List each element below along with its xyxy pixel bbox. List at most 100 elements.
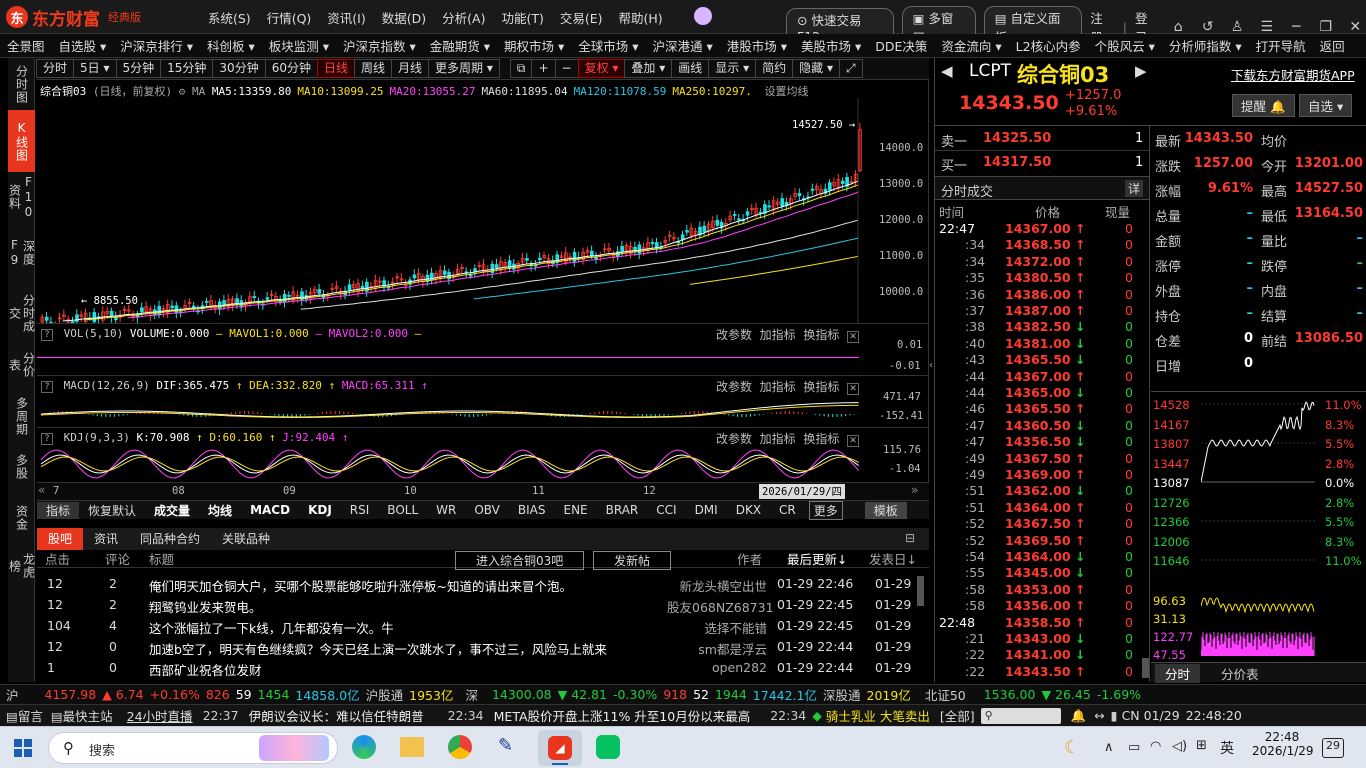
settings-icon[interactable]: ⚙ bbox=[179, 85, 186, 98]
search-box[interactable]: ⚲ bbox=[980, 707, 1061, 724]
alert-button[interactable]: 提醒 🔔 bbox=[1232, 94, 1295, 117]
download-app-link[interactable]: 下载东方财富期货APP bbox=[1231, 65, 1355, 84]
indicator-tab[interactable]: MACD bbox=[241, 503, 299, 517]
chart-toolbar-button[interactable]: 日线 bbox=[316, 59, 355, 78]
chart-toolbar-button[interactable]: ⤢ bbox=[838, 59, 863, 78]
menu-item[interactable]: 数据(D) bbox=[374, 8, 434, 27]
indicator-tab[interactable]: KDJ bbox=[299, 503, 341, 517]
nav-item[interactable]: 美股市场 ▾ bbox=[794, 36, 868, 55]
indicator-tab[interactable]: RSI bbox=[341, 503, 379, 517]
edge-icon[interactable] bbox=[352, 735, 376, 759]
chart-toolbar-button[interactable]: 分时 bbox=[36, 59, 75, 78]
indicator-tab[interactable]: CCI bbox=[647, 503, 685, 517]
ime-mode[interactable]: 英 bbox=[1220, 738, 1234, 758]
chart-toolbar-button[interactable]: 月线 bbox=[391, 59, 430, 78]
forum-author[interactable]: 选择不能错 bbox=[667, 618, 767, 637]
view-tab[interactable]: F10资料 bbox=[8, 172, 36, 222]
nav-item[interactable]: 期权市场 ▾ bbox=[497, 36, 571, 55]
volume-icon[interactable]: ◁) bbox=[1172, 739, 1187, 754]
indicator-tab[interactable]: BOLL bbox=[378, 503, 427, 517]
indicator-tab[interactable]: 模板 bbox=[864, 501, 907, 519]
ticks-scrollbar[interactable] bbox=[1142, 658, 1149, 678]
sort-updated[interactable]: 最后更新↓ bbox=[787, 549, 847, 568]
forum-title[interactable]: 这个涨幅拉了一下k线，几年都没有一次。牛 bbox=[149, 618, 394, 637]
menu-item[interactable]: 行情(Q) bbox=[259, 8, 320, 27]
forum-author[interactable]: 股友068NZ68731 bbox=[667, 597, 774, 616]
chart-toolbar-button[interactable]: 15分钟 bbox=[160, 59, 214, 78]
indicator-tab[interactable]: 恢复默认 bbox=[79, 502, 145, 519]
detail-button[interactable]: 详 bbox=[1125, 180, 1144, 197]
new-post-button[interactable]: 发新帖 bbox=[593, 551, 672, 570]
shirt-icon[interactable]: ♙ bbox=[1226, 19, 1248, 35]
forum-row[interactable]: 104 4 这个涨幅拉了一下k线，几年都没有一次。牛 选择不能错 01-29 22:45… bbox=[37, 616, 917, 637]
chart-toolbar-button[interactable]: 画线 bbox=[671, 59, 710, 78]
taskbar-clock[interactable]: 22:48 2026/1/29 bbox=[1252, 730, 1314, 758]
forum-title[interactable]: 加速b空了，明天有色继续疯？今天已经上演一次跳水了，事不过三，风险马上就来 bbox=[149, 639, 607, 658]
indicator-tab[interactable]: BRAR bbox=[597, 503, 648, 517]
nav-item[interactable]: 全景图 bbox=[0, 36, 52, 55]
forum-tab[interactable]: 同品种合约 bbox=[129, 528, 211, 550]
view-tab[interactable]: 资金 bbox=[8, 490, 35, 546]
chrome-icon[interactable] bbox=[448, 735, 472, 759]
mini-intraday-chart[interactable]: 14528 14167 13807 13447 13087 12726 12366 12006… bbox=[1153, 398, 1366, 662]
forum-tab[interactable]: 股吧 bbox=[37, 528, 84, 550]
taskbar-search[interactable]: ⚲ 搜索 bbox=[48, 732, 338, 764]
nav-item[interactable]: 全球市场 ▾ bbox=[571, 36, 645, 55]
forum-tab[interactable]: 关联品种 bbox=[211, 528, 281, 550]
forum-author[interactable]: 新龙头横空出世 bbox=[667, 576, 767, 595]
menu-item[interactable]: 资讯(I) bbox=[319, 8, 373, 27]
minimize-icon[interactable]: ─ bbox=[1285, 19, 1307, 35]
chart-toolbar-button[interactable]: 60分钟 bbox=[264, 59, 318, 78]
restore-icon[interactable]: ❐ bbox=[1315, 19, 1337, 35]
tab-price-volume[interactable]: 分价表 bbox=[1211, 664, 1269, 683]
view-tab[interactable]: 多股 bbox=[8, 444, 35, 490]
menu-item[interactable]: 交易(E) bbox=[552, 8, 611, 27]
ticks-list[interactable]: 22:47 14367.00 ↑ 0:34 14368.50 ↑ 0:34 14372.00 ↑… bbox=[935, 221, 1149, 681]
nav-item[interactable]: 沪深京指数 ▾ bbox=[336, 36, 423, 55]
menu-item[interactable]: 功能(T) bbox=[493, 8, 551, 27]
indicator-tab[interactable]: DMI bbox=[686, 503, 727, 517]
chart-toolbar-button[interactable]: 5日 ▾ bbox=[73, 59, 117, 78]
mascot-icon[interactable] bbox=[694, 7, 712, 25]
chart-toolbar-button[interactable]: + bbox=[531, 59, 556, 78]
nav-item[interactable]: 沪深港通 ▾ bbox=[646, 36, 720, 55]
server-button[interactable]: ▤最快主站 bbox=[51, 706, 113, 725]
chart-toolbar-button[interactable]: 显示 ▾ bbox=[708, 59, 757, 78]
indicator-tab[interactable]: ENE bbox=[554, 503, 596, 517]
indicator-tab[interactable]: OBV bbox=[465, 503, 509, 517]
indicator-tab[interactable]: BIAS bbox=[509, 503, 555, 517]
forum-author[interactable]: open282 bbox=[667, 660, 767, 675]
forum-scrollbar[interactable] bbox=[917, 576, 924, 606]
forum-title[interactable]: 西部矿业祝各位发财 bbox=[149, 660, 262, 679]
battery-icon[interactable]: ▭ bbox=[1128, 740, 1140, 755]
chart-toolbar-button[interactable]: 周线 bbox=[354, 59, 393, 78]
bell-icon[interactable]: 🔔 bbox=[1071, 708, 1087, 724]
forum-author[interactable]: sm都是浮云 bbox=[667, 639, 767, 658]
home-icon[interactable]: ⌂ bbox=[1167, 19, 1189, 35]
notification-icon[interactable]: 29 bbox=[1322, 738, 1344, 758]
next-contract-icon[interactable]: ▶ bbox=[1135, 62, 1147, 80]
nav-item[interactable]: 返回 bbox=[1313, 36, 1352, 55]
nav-item[interactable]: 科创板 ▾ bbox=[200, 36, 262, 55]
indicator-tab[interactable]: WR bbox=[427, 503, 465, 517]
scroll-left-icon[interactable]: « bbox=[38, 483, 45, 497]
nav-item[interactable]: 打开导航 bbox=[1249, 36, 1313, 55]
nav-item[interactable]: DDE决策 bbox=[868, 36, 934, 55]
live-link[interactable]: 24小时直播 bbox=[127, 706, 193, 725]
nav-item[interactable]: 分析师指数 ▾ bbox=[1162, 36, 1249, 55]
date-axis[interactable]: « 7 08 09 10 11 12 2026/01/29/四 » bbox=[37, 483, 929, 500]
indicator-tab[interactable]: 更多 bbox=[808, 500, 843, 520]
view-tab[interactable]: 分时成交 bbox=[8, 284, 36, 342]
scroll-right-icon[interactable]: » bbox=[911, 483, 918, 497]
view-tab[interactable]: 多周期 bbox=[8, 388, 35, 444]
chart-toolbar-button[interactable]: 叠加 ▾ bbox=[624, 59, 673, 78]
kdj-panel-buttons[interactable]: 改参数 加指标 换指标 ✕ bbox=[716, 430, 863, 447]
view-tab[interactable]: 龙虎榜 bbox=[8, 546, 36, 586]
tab-intraday[interactable]: 分时 bbox=[1155, 664, 1201, 683]
indicator-tab[interactable]: 成交量 bbox=[145, 502, 199, 519]
splitter-handle[interactable]: ‹ bbox=[929, 360, 934, 380]
add-watch-button[interactable]: 自选 ▾ bbox=[1299, 94, 1353, 117]
macd-chart[interactable] bbox=[37, 392, 859, 427]
menu-item[interactable]: 系统(S) bbox=[200, 8, 259, 27]
forum-row[interactable]: 12 2 俺们明天加仓铜大户，买哪个股票能够吃啦升涨停板~知道的请出来冒个泡。 新龙头… bbox=[37, 574, 917, 595]
